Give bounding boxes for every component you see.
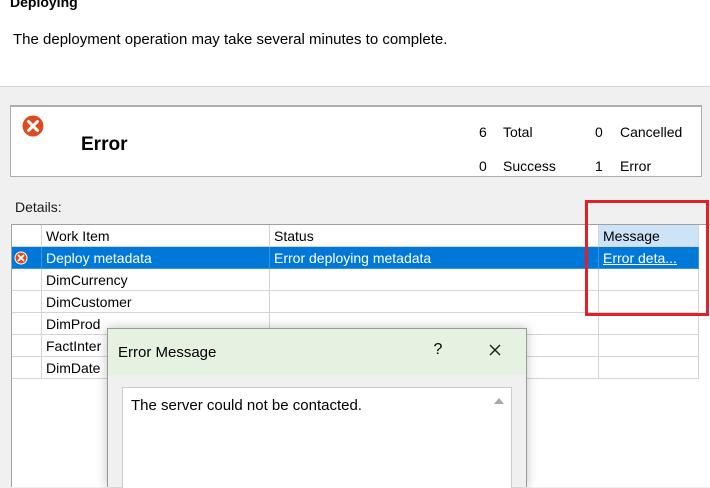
error-details-link[interactable]: Error deta... <box>599 247 699 269</box>
dialog-titlebar[interactable]: Error Message ? <box>108 329 526 375</box>
success-label: Success <box>503 158 556 174</box>
success-count: 0 <box>479 158 487 174</box>
close-icon[interactable] <box>484 339 506 361</box>
summary-status-title: Error <box>81 134 128 155</box>
message-cell <box>599 357 699 379</box>
dialog-title: Error Message <box>118 344 217 361</box>
message-cell <box>599 335 699 357</box>
total-label: Total <box>503 124 533 140</box>
status-cell <box>270 269 599 291</box>
grid-header-row: Work Item Status Message <box>12 225 710 247</box>
error-circle-icon <box>22 115 44 137</box>
work-item-cell: DimCustomer <box>42 291 270 313</box>
row-icon-cell <box>12 357 42 379</box>
scroll-up-arrow-icon[interactable] <box>493 396 505 406</box>
table-row[interactable]: DimCustomer <box>12 291 710 313</box>
error-message-text: The server could not be contacted. <box>131 397 362 414</box>
status-summary: Error 6 Total 0 Cancelled 0 Success 1 Er… <box>10 105 702 177</box>
page-subtitle: The deployment operation may take severa… <box>13 31 448 48</box>
error-circle-icon <box>14 251 28 265</box>
cancelled-count: 0 <box>595 124 603 140</box>
error-message-textbox[interactable]: The server could not be contacted. <box>122 387 512 488</box>
work-item-cell: DimCurrency <box>42 269 270 291</box>
column-header-icon <box>12 225 42 247</box>
deploy-header: Deploying The deployment operation may t… <box>0 0 710 87</box>
status-cell: Error deploying metadata <box>270 247 599 269</box>
status-cell <box>270 291 599 313</box>
total-count: 6 <box>479 124 487 140</box>
message-cell <box>599 291 699 313</box>
table-row[interactable]: Deploy metadata Error deploying metadata… <box>12 247 710 269</box>
error-label: Error <box>620 158 652 174</box>
error-count: 1 <box>595 158 603 174</box>
column-header-work-item[interactable]: Work Item <box>42 225 270 247</box>
row-icon-cell <box>12 247 42 269</box>
details-label: Details: <box>15 199 62 215</box>
error-message-dialog[interactable]: Error Message ? The server could not be … <box>107 328 527 488</box>
row-icon-cell <box>12 269 42 291</box>
column-header-message[interactable]: Message <box>599 225 699 247</box>
row-icon-cell <box>12 335 42 357</box>
work-item-cell: Deploy metadata <box>42 247 270 269</box>
column-header-status[interactable]: Status <box>270 225 599 247</box>
message-cell <box>599 269 699 291</box>
message-cell <box>599 313 699 335</box>
row-icon-cell <box>12 291 42 313</box>
row-icon-cell <box>12 313 42 335</box>
help-button[interactable]: ? <box>428 341 448 359</box>
cancelled-label: Cancelled <box>620 124 683 140</box>
table-row[interactable]: DimCurrency <box>12 269 710 291</box>
page-title: Deploying <box>10 0 78 10</box>
